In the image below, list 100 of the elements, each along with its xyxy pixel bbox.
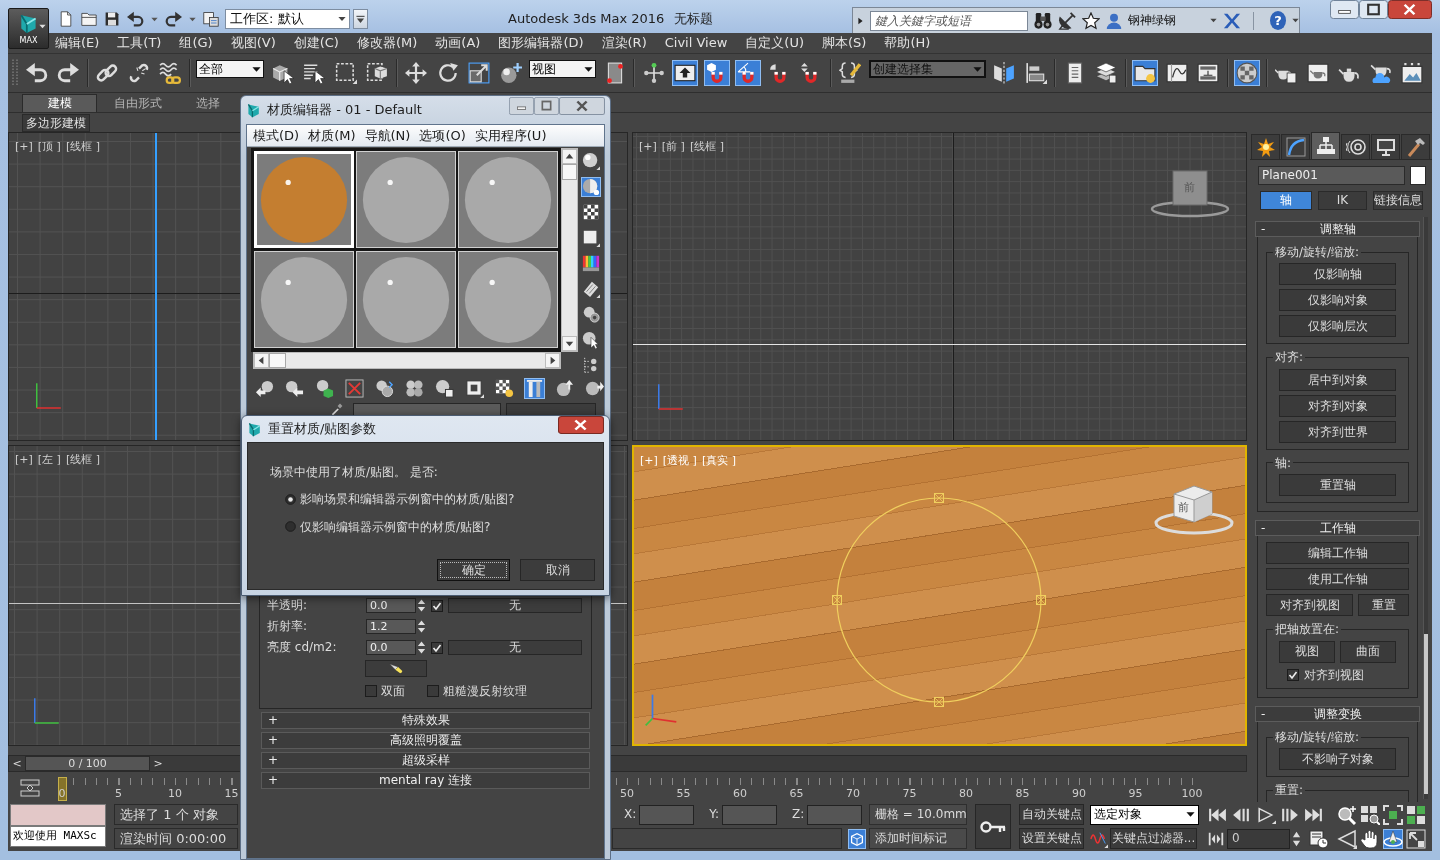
- square-frame-icon[interactable]: [464, 377, 485, 399]
- panel-tab[interactable]: [1311, 132, 1340, 159]
- menu-item[interactable]: 帮助(H): [884, 35, 931, 51]
- coordinate-field[interactable]: [807, 804, 863, 825]
- scrollbar[interactable]: [253, 352, 561, 369]
- folder-bulb-icon[interactable]: [1132, 60, 1158, 86]
- minimize-icon[interactable]: [1330, 0, 1359, 19]
- radio-button[interactable]: [285, 521, 296, 533]
- viewport-menu-label[interactable]: [线框 ]: [65, 453, 100, 467]
- redo-icon[interactable]: [165, 10, 182, 28]
- coordinate-field[interactable]: [639, 804, 695, 825]
- map-button[interactable]: 无: [448, 598, 582, 613]
- panel-button[interactable]: 仅影响轴: [1279, 263, 1396, 286]
- rollout-header[interactable]: - 调整轴: [1255, 221, 1420, 237]
- new-file-icon[interactable]: [58, 11, 74, 27]
- panel-button[interactable]: 重置轴: [1279, 474, 1396, 497]
- minimize-icon[interactable]: [509, 97, 534, 115]
- maximize-viewport-icon[interactable]: [1406, 828, 1426, 849]
- rollout-title[interactable]: 超级采样: [278, 753, 589, 768]
- sub-tab[interactable]: IK: [1318, 191, 1367, 210]
- time-tag-field[interactable]: 添加时间标记: [869, 828, 967, 849]
- menu-item[interactable]: 实用程序(U): [474, 127, 547, 144]
- panel-button[interactable]: 对齐到对象: [1279, 394, 1396, 417]
- rollout-title[interactable]: 高级照明覆盖: [278, 733, 589, 748]
- expand-toggle[interactable]: +: [262, 773, 278, 788]
- scrollbar-thumb[interactable]: [1424, 634, 1428, 794]
- menu-item[interactable]: 材质(M): [308, 127, 356, 144]
- picture-icon[interactable]: [1399, 60, 1425, 86]
- save-icon[interactable]: [104, 11, 120, 27]
- cube-toggle-icon[interactable]: [848, 828, 866, 849]
- spinner-field[interactable]: 0.0: [366, 598, 416, 613]
- close-icon[interactable]: [559, 97, 605, 115]
- workspace-dropdown[interactable]: 工作区: 默认: [225, 9, 350, 29]
- panel-button[interactable]: 视图: [1279, 640, 1335, 663]
- sine-curve-icon[interactable]: [1090, 829, 1108, 848]
- radio-label[interactable]: 影响场景和编辑器示例窗中的材质/贴图?: [300, 492, 515, 507]
- script-input-field[interactable]: 欢迎使用 MAXSc: [10, 826, 106, 847]
- viewport-menu-label[interactable]: [+]: [15, 453, 33, 467]
- scale-box-icon[interactable]: [466, 60, 492, 86]
- panel-button[interactable]: 重置: [1358, 594, 1409, 617]
- collapse-toggle[interactable]: -: [1256, 521, 1272, 536]
- project-folder-icon[interactable]: [203, 11, 219, 27]
- current-frame-marker[interactable]: [58, 777, 67, 801]
- x-logo-icon[interactable]: [1223, 11, 1241, 30]
- viewport-menu-label[interactable]: [线框 ]: [65, 140, 100, 154]
- expand-icon[interactable]: [857, 15, 864, 26]
- help-button[interactable]: ?: [1269, 11, 1286, 30]
- panel-button[interactable]: 对齐到世界: [1279, 420, 1396, 443]
- panel-tab[interactable]: [1401, 134, 1430, 159]
- checkbox[interactable]: [431, 641, 443, 654]
- sphere-cube-icon[interactable]: [314, 377, 335, 399]
- previous-frame-button[interactable]: <: [9, 756, 25, 771]
- hand-icon[interactable]: [1360, 828, 1380, 849]
- rollout-title[interactable]: 特殊效果: [278, 713, 589, 728]
- color-swatch[interactable]: [1410, 166, 1426, 185]
- next-frame-button[interactable]: >: [150, 756, 166, 771]
- viewport-menu-label[interactable]: [前 ]: [661, 140, 685, 154]
- checker-icon[interactable]: [581, 202, 601, 222]
- rollout-title[interactable]: 工作轴: [1272, 521, 1419, 536]
- panel-button[interactable]: 仅影响层次: [1279, 315, 1396, 338]
- spheres-icon[interactable]: [581, 304, 601, 324]
- sphere-cursor-icon[interactable]: [581, 329, 601, 350]
- frame-field[interactable]: 0: [1227, 828, 1290, 849]
- vertex-handle[interactable]: [934, 697, 944, 707]
- triangle-icon[interactable]: [1337, 828, 1357, 849]
- eyedropper-icon[interactable]: [331, 403, 343, 415]
- scrollbar[interactable]: [1423, 217, 1428, 799]
- rollout-header[interactable]: + 超级采样: [261, 752, 590, 769]
- play-icon[interactable]: [1255, 805, 1276, 824]
- map-button[interactable]: 无: [448, 640, 582, 655]
- viewport-menu-label[interactable]: [左 ]: [37, 453, 61, 467]
- sphere-grid-icon[interactable]: [404, 377, 425, 399]
- menu-item[interactable]: 模式(D): [253, 127, 300, 144]
- time-slider-thumb[interactable]: 0 / 100: [25, 756, 150, 771]
- time-configuration-icon[interactable]: [1309, 828, 1329, 849]
- close-icon[interactable]: [558, 416, 604, 434]
- pillars-icon[interactable]: [524, 377, 545, 399]
- search-field[interactable]: 鍵入关鍵字或短语: [870, 10, 1028, 31]
- rollout-title[interactable]: mental ray 连接: [278, 773, 589, 788]
- checkbox-label[interactable]: 双面: [381, 684, 405, 699]
- checkbox-label[interactable]: 粗糙漫反射纹理: [443, 684, 527, 699]
- maximize-icon[interactable]: [1359, 0, 1388, 19]
- rollout-title[interactable]: 调整轴: [1272, 221, 1419, 237]
- panel-tab[interactable]: [1371, 134, 1400, 159]
- ribbon-panel-button[interactable]: 多边形建模: [22, 114, 90, 133]
- menu-item[interactable]: 选项(O): [419, 127, 466, 144]
- sample-slot[interactable]: [356, 151, 456, 248]
- satellite-dish-icon[interactable]: [1058, 11, 1076, 30]
- expand-toggle[interactable]: +: [262, 713, 278, 728]
- user-name[interactable]: 钢神绿钢: [1128, 13, 1176, 28]
- folder-icon[interactable]: [81, 11, 97, 27]
- menu-item[interactable]: 动画(A): [435, 35, 481, 51]
- sub-tab[interactable]: 轴: [1260, 191, 1312, 210]
- menu-item[interactable]: 创建(C): [293, 35, 339, 51]
- zoom-extents-icon[interactable]: [1383, 804, 1403, 825]
- color-bars-icon[interactable]: [581, 253, 601, 273]
- collapse-toggle[interactable]: -: [1256, 221, 1272, 237]
- checkbox[interactable]: [365, 685, 377, 698]
- move-arrows-icon[interactable]: [403, 60, 429, 86]
- ribbon-tab[interactable]: 选择: [179, 94, 237, 112]
